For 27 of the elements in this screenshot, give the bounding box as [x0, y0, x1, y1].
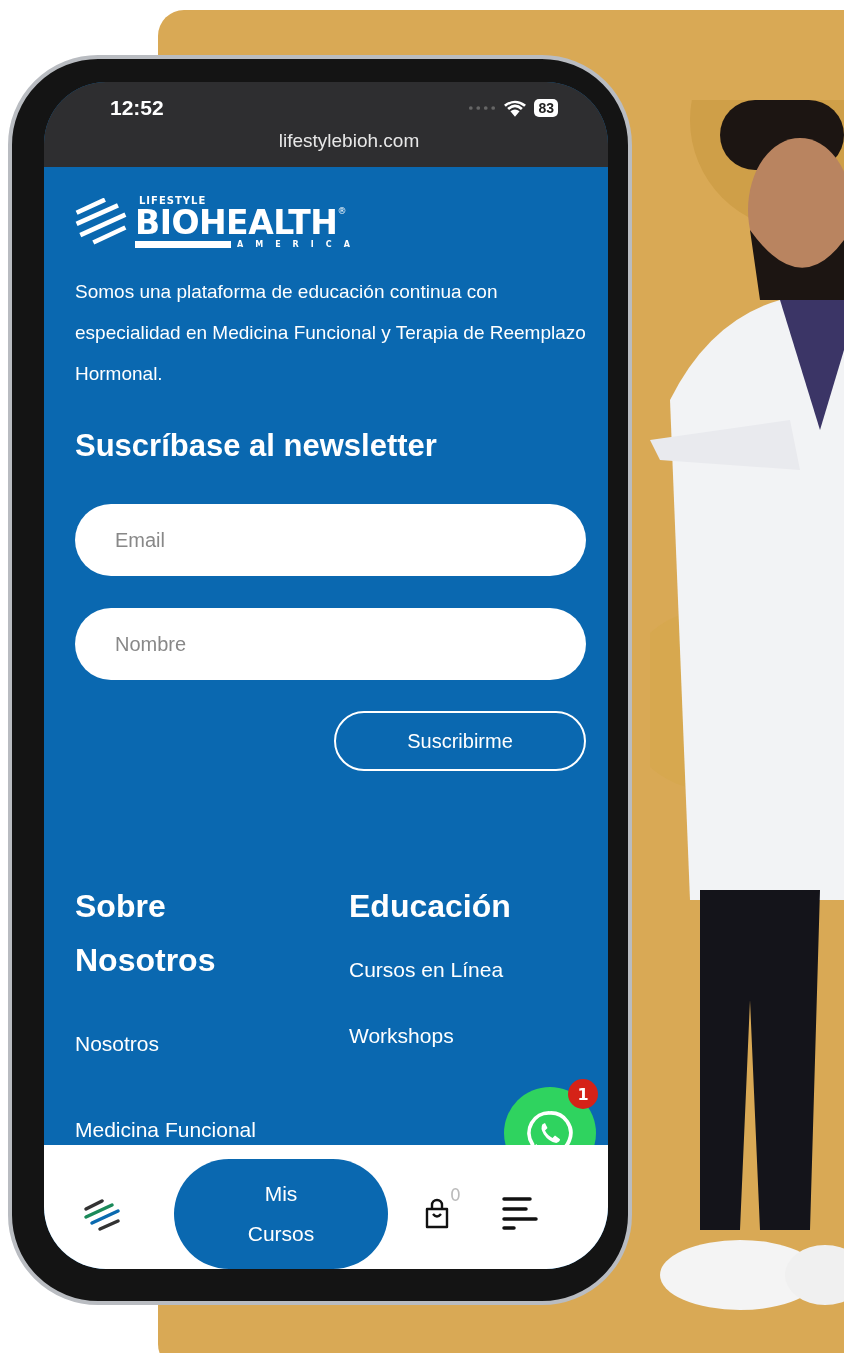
subscribe-button[interactable]: Suscribirme: [334, 711, 586, 771]
column-heading: Educación: [349, 887, 512, 926]
notification-badge: 1: [568, 1079, 598, 1109]
logo-text: AMERICA: [237, 240, 362, 249]
shopping-bag-icon[interactable]: [424, 1197, 450, 1229]
footer-link[interactable]: Cursos en Línea: [349, 957, 504, 983]
battery-level: 83: [534, 99, 558, 117]
footer-link[interactable]: Workshops: [349, 1023, 454, 1049]
cart-count: 0: [450, 1185, 461, 1205]
logo-text: BIOHEALTH: [135, 206, 338, 240]
signal-icon: [468, 105, 497, 111]
logo-text: ®: [337, 206, 347, 216]
clock: 12:52: [110, 96, 164, 120]
stripes-icon[interactable]: [82, 1197, 122, 1233]
footer-link[interactable]: Nosotros: [75, 1031, 160, 1057]
wifi-icon: [504, 99, 527, 117]
column-heading: Sobre Nosotros: [75, 887, 217, 980]
description-text: Somos una plataforma de educación continua con especialidad en Medicina Funcional y Terapia de Reemplazo Hormonal.: [75, 280, 587, 386]
menu-icon[interactable]: [500, 1195, 540, 1231]
my-courses-button[interactable]: Mis Cursos: [174, 1159, 388, 1269]
footer-link[interactable]: Medicina Funcional: [75, 1117, 256, 1143]
newsletter-heading: Suscríbase al newsletter: [75, 428, 438, 464]
url-text: lifestylebioh.com: [277, 130, 421, 152]
input-field[interactable]: Email: [75, 504, 586, 576]
input-field[interactable]: Nombre: [75, 608, 586, 680]
logo-text: LIFESTYLE: [139, 195, 208, 206]
stripes-icon: [75, 198, 127, 246]
